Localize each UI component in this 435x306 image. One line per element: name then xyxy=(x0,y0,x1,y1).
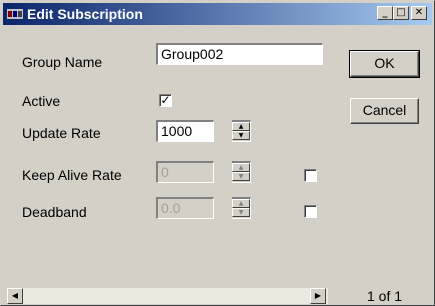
down-arrow-icon[interactable]: ▼ xyxy=(232,208,250,217)
scroll-right-icon[interactable]: ▶ xyxy=(310,288,326,304)
deadband-label: Deadband xyxy=(22,204,87,220)
active-label: Active xyxy=(22,93,61,109)
minimize-button[interactable]: _ xyxy=(377,6,393,20)
window-title: Edit Subscription xyxy=(27,6,143,22)
title-bar[interactable]: Edit Subscription _ □ ✕ xyxy=(3,3,432,25)
deadband-input[interactable]: 0.0 xyxy=(156,197,214,219)
page-indicator: 1 of 1 xyxy=(367,288,403,304)
maximize-button[interactable]: □ xyxy=(393,6,409,20)
keep-alive-rate-label: Keep Alive Rate xyxy=(22,167,122,183)
deadband-spinner[interactable]: ▲ ▼ xyxy=(232,197,251,219)
cancel-button[interactable]: Cancel xyxy=(350,98,419,124)
group-name-label: Group Name xyxy=(22,54,103,70)
update-rate-spinner[interactable]: ▲ ▼ xyxy=(232,120,251,142)
keep-alive-rate-spinner[interactable]: ▲ ▼ xyxy=(232,161,251,183)
ok-button[interactable]: OK xyxy=(349,50,420,78)
group-name-input[interactable]: Group002 xyxy=(156,43,323,65)
app-icon xyxy=(7,9,23,19)
edit-subscription-dialog: Edit Subscription _ □ ✕ Group Name Group… xyxy=(0,0,435,306)
close-button[interactable]: ✕ xyxy=(411,6,427,20)
up-arrow-icon[interactable]: ▲ xyxy=(232,122,250,131)
down-arrow-icon[interactable]: ▼ xyxy=(232,131,250,140)
up-arrow-icon[interactable]: ▲ xyxy=(232,163,250,172)
update-rate-label: Update Rate xyxy=(22,125,101,141)
down-arrow-icon[interactable]: ▼ xyxy=(232,172,250,181)
scroll-left-icon[interactable]: ◀ xyxy=(7,288,23,304)
up-arrow-icon[interactable]: ▲ xyxy=(232,199,250,208)
keep-alive-rate-checkbox[interactable] xyxy=(304,169,317,182)
horizontal-scrollbar[interactable]: ◀ ▶ xyxy=(7,288,328,304)
active-checkbox[interactable]: ✓ xyxy=(159,94,172,107)
check-icon: ✓ xyxy=(160,93,171,107)
keep-alive-rate-input[interactable]: 0 xyxy=(156,161,214,183)
deadband-checkbox[interactable] xyxy=(304,205,317,218)
update-rate-input[interactable]: 1000 xyxy=(156,120,214,142)
